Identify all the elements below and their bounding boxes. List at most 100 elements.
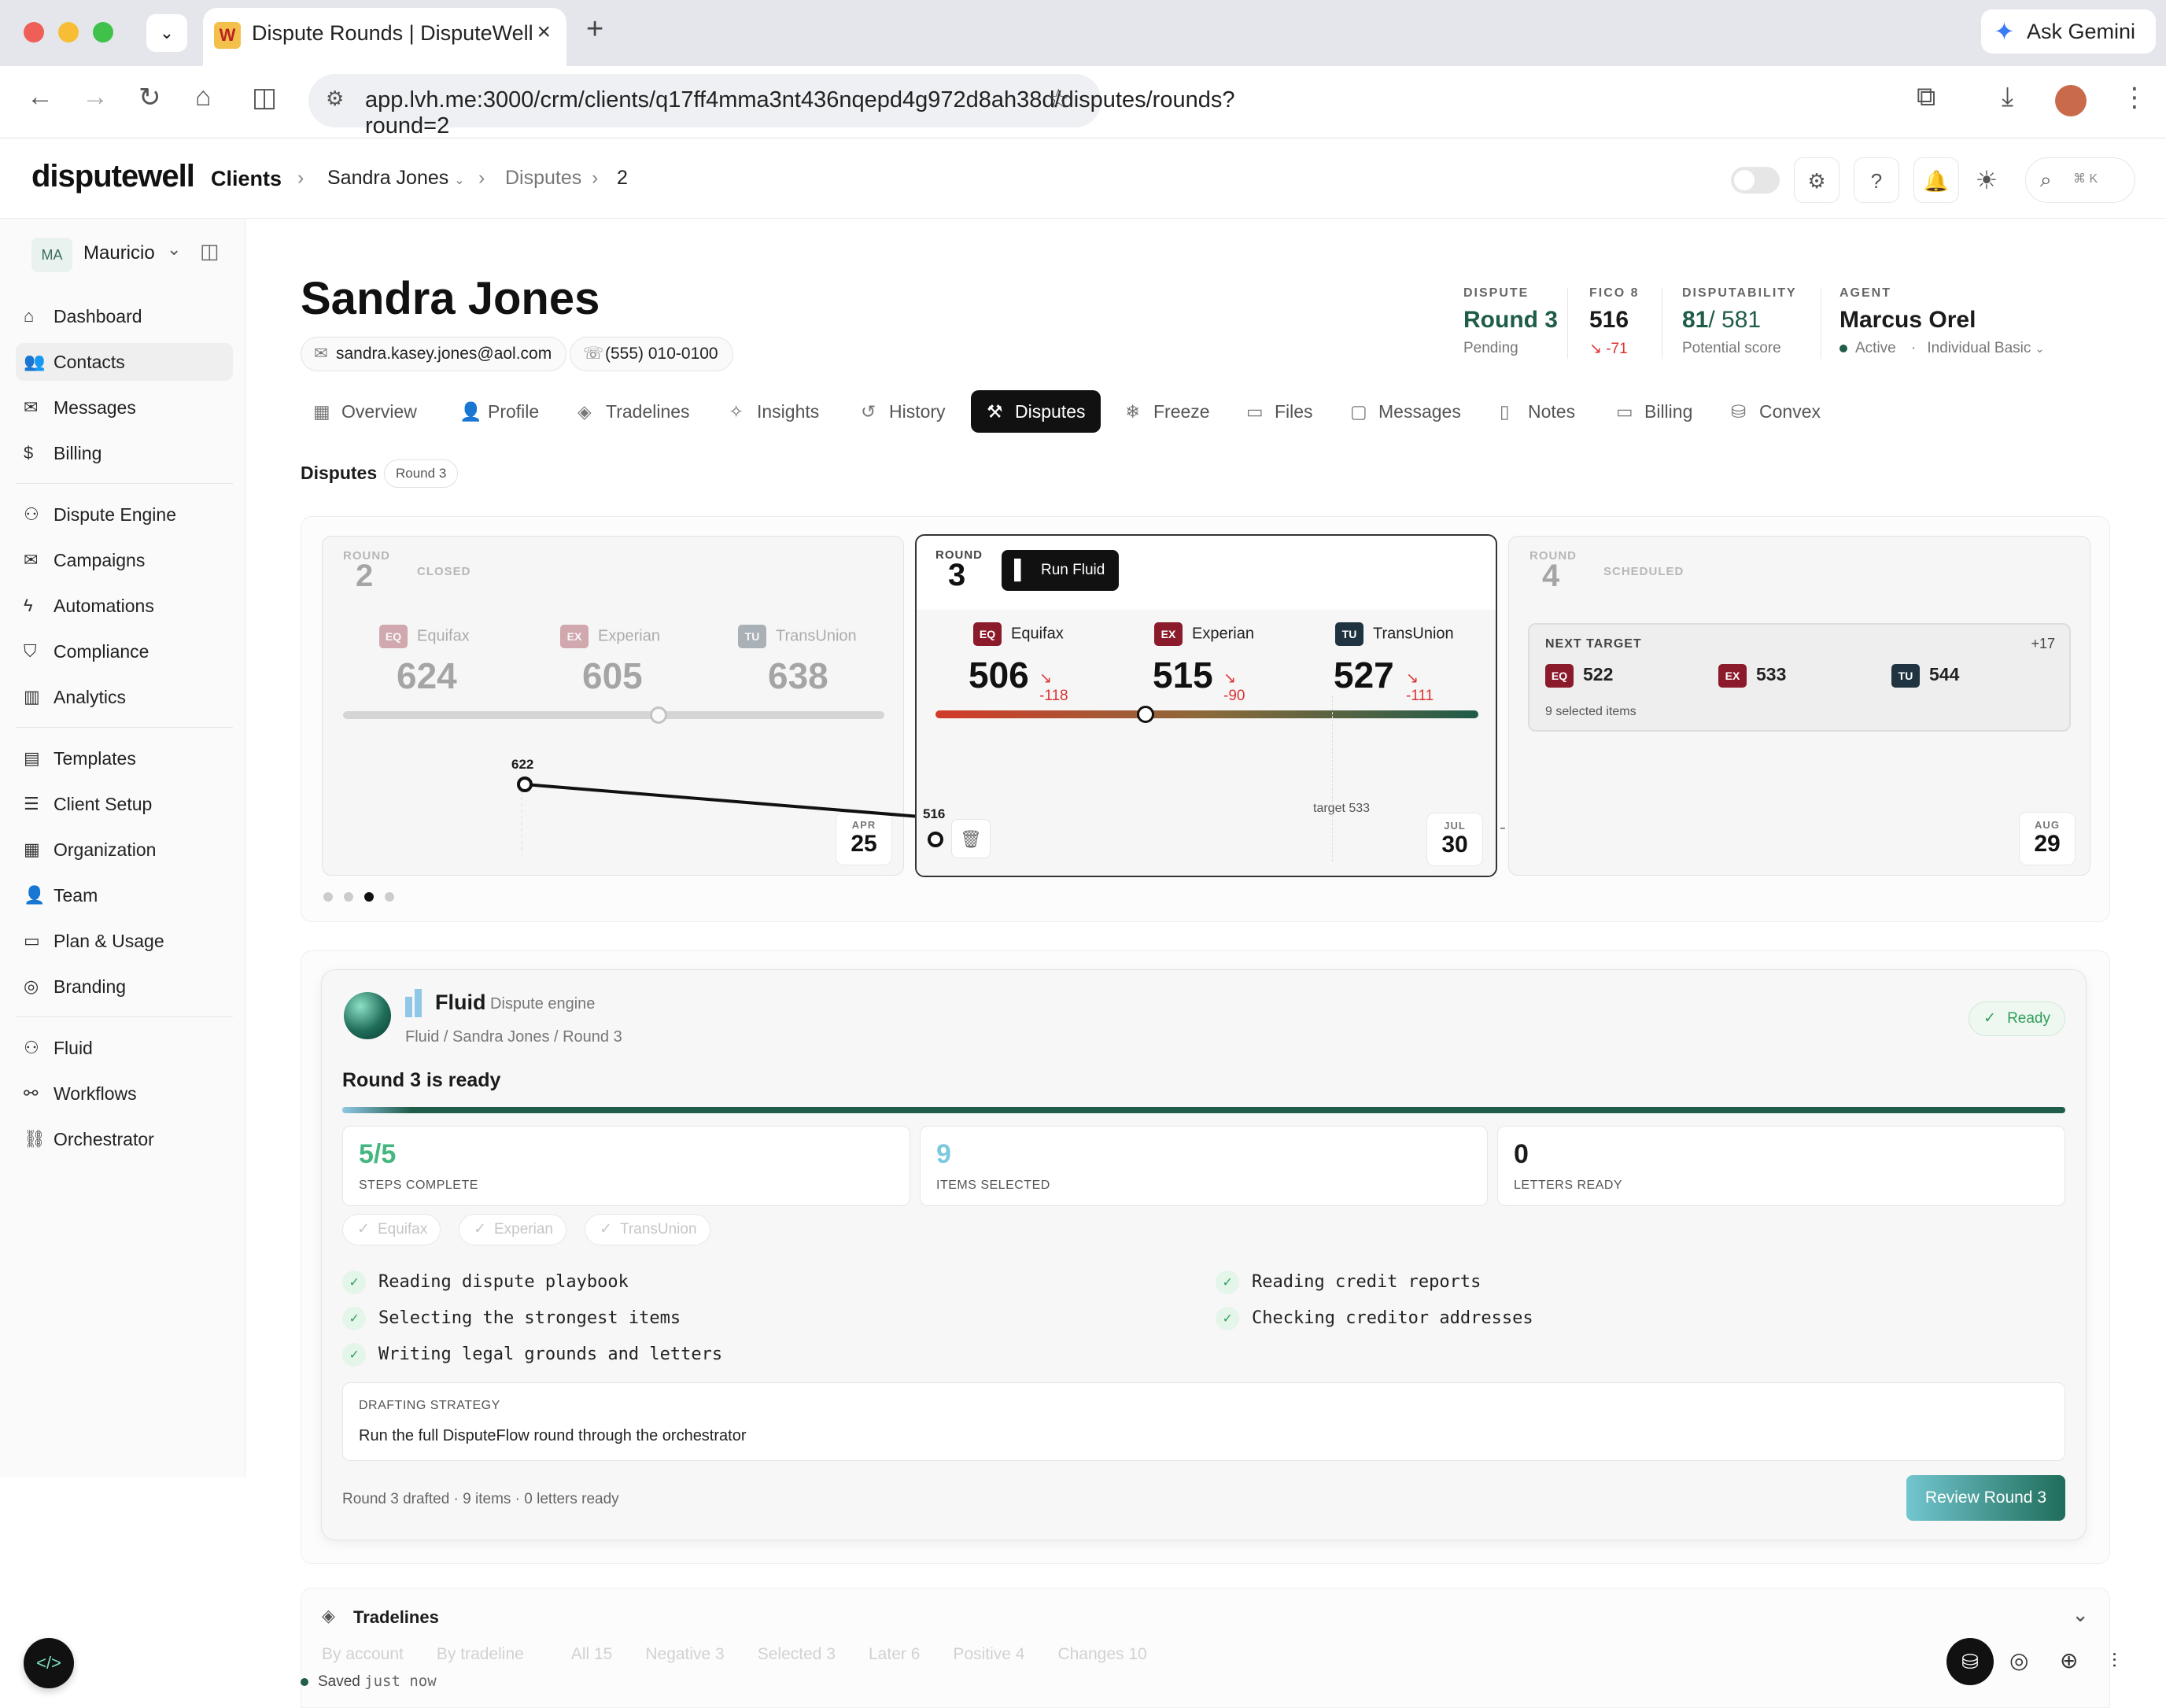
help-icon[interactable]: ?	[1854, 157, 1899, 203]
sidebar-item-contacts[interactable]: 👥 Contacts	[16, 343, 233, 381]
bookmark-star-icon[interactable]: ☆	[1046, 83, 1070, 115]
snowflake-icon: ❄	[1125, 401, 1141, 422]
sidebar-item-branding[interactable]: ◎ Branding	[16, 968, 233, 1005]
ask-gemini-button[interactable]: ✦ Ask Gemini	[1981, 9, 2156, 53]
download-icon[interactable]: ⤓	[2002, 82, 2013, 113]
site-info-icon[interactable]: ⚙	[326, 87, 344, 111]
bolt-icon: ϟ	[24, 596, 33, 615]
filter-selected[interactable]: Selected 3	[758, 1645, 836, 1663]
sidebar-item-messages[interactable]: ✉ Messages	[16, 389, 233, 426]
filter-all[interactable]: All 15	[571, 1645, 613, 1663]
sidebar-item-workflows[interactable]: ⚯ Workflows	[16, 1075, 233, 1112]
back-arrow-icon[interactable]: ←	[27, 82, 54, 113]
forward-arrow-icon[interactable]: →	[82, 82, 109, 113]
breadcrumb-client[interactable]: Sandra Jones ⌄	[327, 167, 465, 190]
sidebar-item-compliance[interactable]: ⛉ Compliance	[16, 633, 233, 670]
sidebar-item-plan-usage[interactable]: ▭ Plan & Usage	[16, 922, 233, 960]
filter-negative[interactable]: Negative 3	[645, 1645, 724, 1663]
tab-list-chevron-icon[interactable]: ⌄	[146, 14, 187, 52]
profile-avatar-icon[interactable]	[2055, 85, 2087, 116]
new-tab-icon[interactable]: +	[586, 13, 603, 46]
target-guide	[1332, 696, 1333, 861]
round-card-3[interactable]: ROUND 3 ▌ Run Fluid EQ Equifax EX Experian …	[915, 534, 1497, 877]
tab-notes[interactable]: ▯ Notes	[1500, 390, 1575, 433]
sidebar-item-billing[interactable]: $ Billing	[16, 434, 233, 472]
menu-dots-icon[interactable]: ⋮	[2121, 82, 2148, 113]
fluid-bars-icon	[405, 989, 424, 1017]
sun-icon[interactable]: ☀	[1964, 157, 2009, 203]
chevron-down-icon[interactable]: ⌄	[167, 239, 181, 260]
breadcrumb-chevron-icon: ›	[478, 167, 485, 189]
carousel-dot[interactable]	[344, 892, 353, 902]
breadcrumb-disputes[interactable]: Disputes	[505, 167, 581, 190]
filter-by-tradeline[interactable]: By tradeline	[437, 1645, 524, 1663]
bureau-chip-equifax[interactable]: ✓ Equifax	[342, 1214, 441, 1245]
sidebar-item-orchestrator[interactable]: ⛓ Orchestrator	[16, 1120, 233, 1158]
crosshair-icon[interactable]: ⊕	[2060, 1647, 2078, 1673]
delete-trash-icon[interactable]: 🗑	[951, 819, 991, 858]
theme-toggle-switch[interactable]	[1731, 167, 1780, 194]
notification-bell-icon[interactable]: 🔔	[1913, 157, 1959, 203]
review-round-button[interactable]: Review Round 3	[1906, 1475, 2065, 1521]
sidebar-item-campaigns[interactable]: ✉ Campaigns	[16, 541, 233, 579]
close-tab-icon[interactable]: ×	[537, 19, 551, 46]
sidebar-item-fluid[interactable]: ⚇ Fluid	[16, 1029, 233, 1067]
tab-profile[interactable]: 👤 Profile	[459, 390, 539, 433]
email-pill[interactable]: ✉ sandra.kasey.jones@aol.com	[301, 337, 567, 371]
sidebar-item-analytics[interactable]: ▥ Analytics	[16, 678, 233, 716]
stat-fico: FICO 8 516 ↘ -71	[1589, 286, 1640, 357]
logo[interactable]: disputewell	[31, 159, 195, 194]
close-window-dot[interactable]	[24, 22, 44, 42]
settings-gear-icon[interactable]: ⚙	[1794, 157, 1839, 203]
url-bar[interactable]: ⚙ app.lvh.me:3000/crm/clients/q17ff4mma3…	[308, 74, 1234, 138]
sidebar-item-dispute-engine[interactable]: ⚇ Dispute Engine	[16, 496, 233, 533]
sidebar-item-dashboard[interactable]: ⌂ Dashboard	[16, 297, 233, 335]
tab-files[interactable]: ▭ Files	[1246, 390, 1313, 433]
search-button[interactable]: ⌕ ⌘ K	[2025, 157, 2135, 203]
tab-disputes[interactable]: ⚒ Disputes	[971, 390, 1101, 433]
run-fluid-button[interactable]: ▌ Run Fluid	[1002, 550, 1120, 591]
extensions-icon[interactable]: ⧉	[1917, 82, 1935, 113]
round-card-4[interactable]: ROUND 4 SCHEDULED NEXT TARGET +17 EQ 522 …	[1508, 536, 2090, 876]
browser-tab[interactable]: W Dispute Rounds | DisputeWell ×	[203, 8, 566, 66]
tab-billing[interactable]: ▭ Billing	[1616, 390, 1692, 433]
filter-positive[interactable]: Positive 4	[953, 1645, 1024, 1663]
sidebar-item-organization[interactable]: ▦ Organization	[16, 831, 233, 869]
dev-tools-code-icon[interactable]: </>	[24, 1638, 74, 1688]
sidebar-toggle-icon[interactable]: ◫	[252, 82, 277, 113]
tab-overview[interactable]: ▦ Overview	[313, 390, 417, 433]
sidebar-item-automations[interactable]: ϟ Automations	[16, 587, 233, 625]
maximize-window-dot[interactable]	[93, 22, 113, 42]
tab-messages[interactable]: ▢ Messages	[1350, 390, 1461, 433]
sidebar-item-templates[interactable]: ▤ Templates	[16, 740, 233, 777]
tab-history[interactable]: ↺ History	[861, 390, 946, 433]
sidebar-item-team[interactable]: 👤 Team	[16, 876, 233, 914]
minimize-window-dot[interactable]	[58, 22, 79, 42]
home-icon[interactable]: ⌂	[195, 82, 212, 113]
tab-convex[interactable]: ⛁ Convex	[1731, 390, 1821, 433]
sidebar-item-client-setup[interactable]: ☰ Client Setup	[16, 785, 233, 823]
audio-wave-icon[interactable]: ⫶	[2112, 1649, 2117, 1674]
chevron-down-icon[interactable]: ⌄	[2072, 1603, 2089, 1627]
plan-dropdown[interactable]: Individual Basic	[1927, 340, 2031, 356]
filter-by-account[interactable]: By account	[322, 1645, 404, 1663]
carousel-dot-active[interactable]	[364, 892, 374, 902]
tab-freeze[interactable]: ❄ Freeze	[1125, 390, 1210, 433]
carousel-dot[interactable]	[385, 892, 394, 902]
bureau-chip-transunion[interactable]: ✓ TransUnion	[585, 1214, 710, 1245]
breadcrumb-clients[interactable]: Clients	[211, 167, 282, 191]
tab-tradelines[interactable]: ◈ Tradelines	[577, 390, 690, 433]
database-icon[interactable]: ⛁	[1946, 1638, 1994, 1685]
tab-insights[interactable]: ✧ Insights	[729, 390, 819, 433]
user-avatar[interactable]: MA	[31, 238, 72, 272]
filter-changes[interactable]: Changes 10	[1057, 1645, 1146, 1663]
target-icon[interactable]: ◎	[2009, 1647, 2028, 1673]
reload-icon[interactable]: ↻	[138, 82, 161, 113]
filter-later[interactable]: Later 6	[869, 1645, 920, 1663]
bureau-chip-experian[interactable]: ✓ Experian	[459, 1214, 566, 1245]
carousel-dot[interactable]	[323, 892, 333, 902]
user-name[interactable]: Mauricio	[83, 242, 155, 264]
shield-icon: ⛉	[24, 641, 37, 661]
collapse-sidebar-icon[interactable]: ◫	[200, 239, 220, 264]
phone-pill[interactable]: ☏ (555) 010-0100	[570, 337, 733, 371]
